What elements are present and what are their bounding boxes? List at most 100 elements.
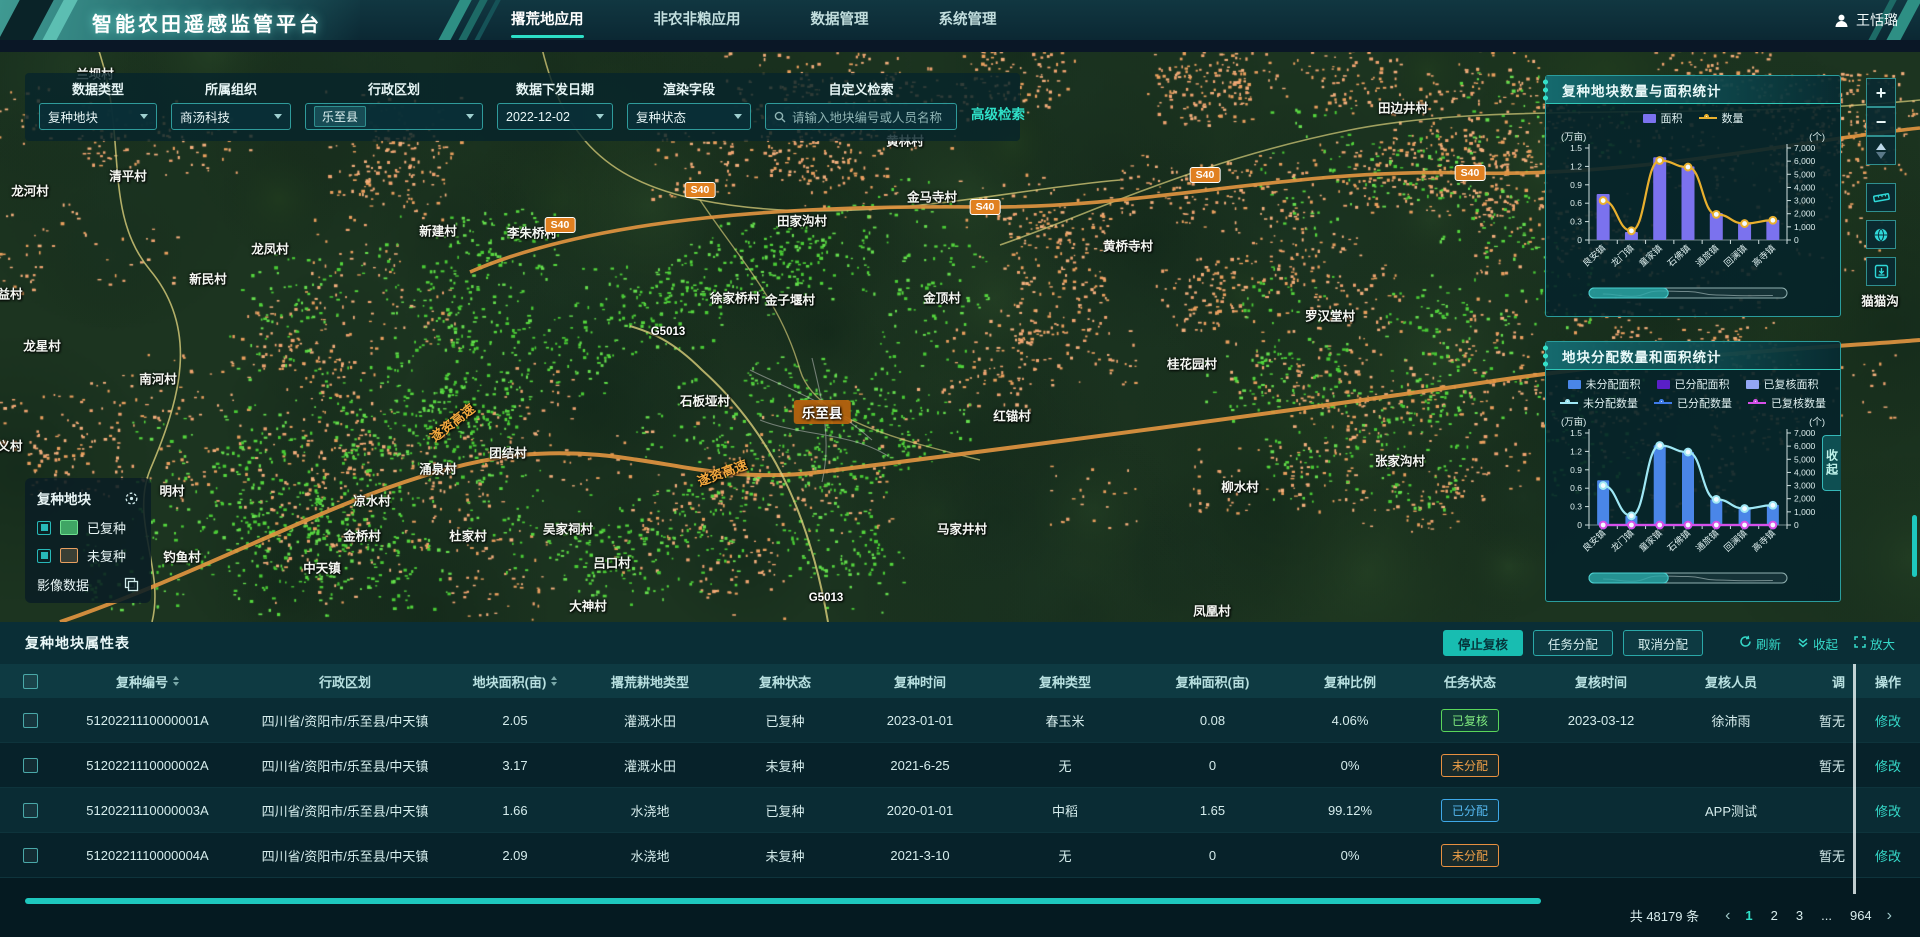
road-badge-S40: S40 (545, 217, 576, 233)
svg-text:(个): (个) (1809, 132, 1825, 143)
cell-land_type: 水浇地 (575, 788, 725, 832)
cell-area: 3.17 (455, 743, 575, 787)
replant-stats-chart: (万亩)(个)00.30.60.91.21.501,0002,0003,0004… (1553, 128, 1833, 310)
filter-tag-select-行政区划[interactable]: 乐至县 (305, 103, 483, 130)
edit-link[interactable]: 修改 (1875, 846, 1901, 865)
column-header-area[interactable]: 地块面积(亩) (455, 664, 575, 698)
map-tool-pitch-icon[interactable] (1866, 136, 1896, 165)
page-number-964[interactable]: 964 (1847, 908, 1875, 923)
map-place-label: 马家井村 (937, 519, 987, 538)
map-tool-minus-icon[interactable]: − (1866, 107, 1896, 136)
table-row[interactable]: 5120221110000002A四川省/资阳市/乐至县/中天镇3.17灌溉水田… (0, 743, 1920, 788)
column-header-region: 行政区划 (235, 664, 455, 698)
chart-legend-item-已分配面积[interactable]: 已分配面积 (1657, 376, 1730, 392)
svg-text:0.6: 0.6 (1570, 483, 1582, 493)
filter-label: 数据下发日期 (516, 79, 594, 98)
cell-replant_ratio: 4.06% (1290, 698, 1410, 742)
filter-select-所属组织[interactable]: 商汤科技 (171, 103, 291, 130)
tool-label: 放大 (1870, 634, 1895, 653)
sort-icon[interactable] (551, 676, 557, 686)
page-number-2[interactable]: 2 (1768, 908, 1781, 923)
chart-legend-item-数量[interactable]: 数量 (1699, 110, 1744, 126)
cell-land_type: 灌溉水田 (575, 698, 725, 742)
chart-legend-item-面积[interactable]: 面积 (1643, 110, 1683, 126)
map-place-label: 清平村 (109, 166, 147, 185)
filter-select-数据类型[interactable]: 复种地块 (39, 103, 157, 130)
nav-tab-撂荒地应用[interactable]: 撂荒地应用 (505, 0, 590, 40)
row-checkbox[interactable] (23, 758, 38, 773)
page-number-1[interactable]: 1 (1742, 908, 1755, 923)
chart-legend-item-已分配数量[interactable]: 已分配数量 (1654, 395, 1732, 411)
map-tool-plus-icon[interactable]: + (1866, 78, 1896, 107)
column-label: 复核时间 (1575, 672, 1627, 691)
table-row[interactable]: 5120221110000001A四川省/资阳市/乐至县/中天镇2.05灌溉水田… (0, 698, 1920, 743)
table-horizontal-scrollbar[interactable] (25, 898, 1541, 904)
chart-datazoom-slider[interactable] (1589, 288, 1668, 298)
sort-icon[interactable] (173, 676, 179, 686)
legend-settings-icon[interactable] (124, 491, 139, 506)
button-任务分配[interactable]: 任务分配 (1533, 630, 1613, 656)
legend-line-marker (1654, 402, 1672, 404)
imagery-layers-icon[interactable] (124, 577, 139, 592)
cell-action: 修改 (1856, 698, 1920, 742)
chart-datazoom-slider[interactable] (1589, 573, 1668, 583)
select-all-checkbox[interactable] (23, 674, 38, 689)
cell-region: 四川省/资阳市/乐至县/中天镇 (235, 833, 455, 877)
legend-checkbox[interactable] (37, 549, 51, 563)
table-column-divider (1853, 664, 1856, 894)
advanced-search-link[interactable]: 高级检索 (971, 103, 1025, 123)
road-badge-S40: S40 (1455, 165, 1486, 181)
map-place-label: 猫猫沟 (1861, 291, 1899, 310)
cell-replant_ratio: 0% (1290, 743, 1410, 787)
nav-tab-系统管理[interactable]: 系统管理 (933, 0, 1003, 40)
next-page-button[interactable]: › (1887, 908, 1892, 924)
legend-swatch (1568, 380, 1581, 389)
column-header-id[interactable]: 复种编号 (60, 664, 235, 698)
cell-replant_type: 春玉米 (995, 698, 1135, 742)
button-取消分配[interactable]: 取消分配 (1623, 630, 1703, 656)
column-label: 地块面积(亩) (473, 672, 547, 691)
table-body: 5120221110000001A四川省/资阳市/乐至县/中天镇2.05灌溉水田… (0, 698, 1920, 878)
nav-tab-非农非粮应用[interactable]: 非农非粮应用 (648, 0, 747, 40)
tool-label: 刷新 (1756, 634, 1781, 653)
filter-select-渲染字段[interactable]: 复种状态 (627, 103, 751, 130)
chart-legend-item-未分配数量[interactable]: 未分配数量 (1560, 395, 1638, 411)
panel-collapse-tab[interactable]: 收起 (1822, 435, 1841, 491)
map-place-label: 益村 (0, 284, 23, 303)
user-icon (1834, 13, 1849, 28)
filter-field-自定义检索: 自定义检索请输入地块编号或人员名称 (765, 79, 957, 130)
edit-link[interactable]: 修改 (1875, 756, 1901, 775)
table-row[interactable]: 5120221110000003A四川省/资阳市/乐至县/中天镇1.66水浇地已… (0, 788, 1920, 833)
nav-tab-数据管理[interactable]: 数据管理 (805, 0, 875, 40)
row-checkbox[interactable] (23, 713, 38, 728)
selected-tag[interactable]: 乐至县 (314, 106, 366, 127)
chart-legend-item-已复核数量[interactable]: 已复核数量 (1748, 395, 1826, 411)
button-停止复核[interactable]: 停止复核 (1443, 630, 1523, 656)
map-tool-globe-icon[interactable] (1866, 220, 1896, 249)
row-checkbox[interactable] (23, 803, 38, 818)
tool-刷新[interactable]: 刷新 (1739, 634, 1781, 653)
filter-date-数据下发日期[interactable]: 2022-12-02 (497, 103, 613, 130)
chart-legend-item-未分配面积[interactable]: 未分配面积 (1568, 376, 1641, 392)
chart-legend-item-已复核面积[interactable]: 已复核面积 (1746, 376, 1819, 392)
map-place-label: 龙河村 (11, 181, 49, 200)
map-place-label: 金子堰村 (765, 290, 815, 309)
row-checkbox[interactable] (23, 848, 38, 863)
edit-link[interactable]: 修改 (1875, 801, 1901, 820)
page-number-3[interactable]: 3 (1793, 908, 1806, 923)
user-menu[interactable]: 王恬璐 (1834, 0, 1898, 40)
row-checkbox-cell (0, 833, 60, 877)
map-area[interactable]: 兰坝村清平村龙河村新建村龙凤村新民村益村李朱桥村徐家桥村金子堰村田家沟村金马寺村… (0, 40, 1920, 622)
map-tool-measure-icon[interactable] (1866, 183, 1896, 212)
legend-checkbox[interactable] (37, 521, 51, 535)
tool-收起[interactable]: 收起 (1797, 634, 1838, 653)
table-row[interactable]: 5120221110000004A四川省/资阳市/乐至县/中天镇2.09水浇地未… (0, 833, 1920, 878)
cell-review_time (1530, 833, 1672, 877)
search-input[interactable]: 请输入地块编号或人员名称 (765, 103, 957, 130)
map-tool-download-icon[interactable] (1866, 257, 1896, 286)
map-edge-scrollbar[interactable] (1912, 515, 1917, 577)
prev-page-button[interactable]: ‹ (1725, 908, 1730, 924)
edit-link[interactable]: 修改 (1875, 711, 1901, 730)
tool-放大[interactable]: 放大 (1854, 634, 1895, 653)
svg-text:5,000: 5,000 (1794, 454, 1816, 464)
